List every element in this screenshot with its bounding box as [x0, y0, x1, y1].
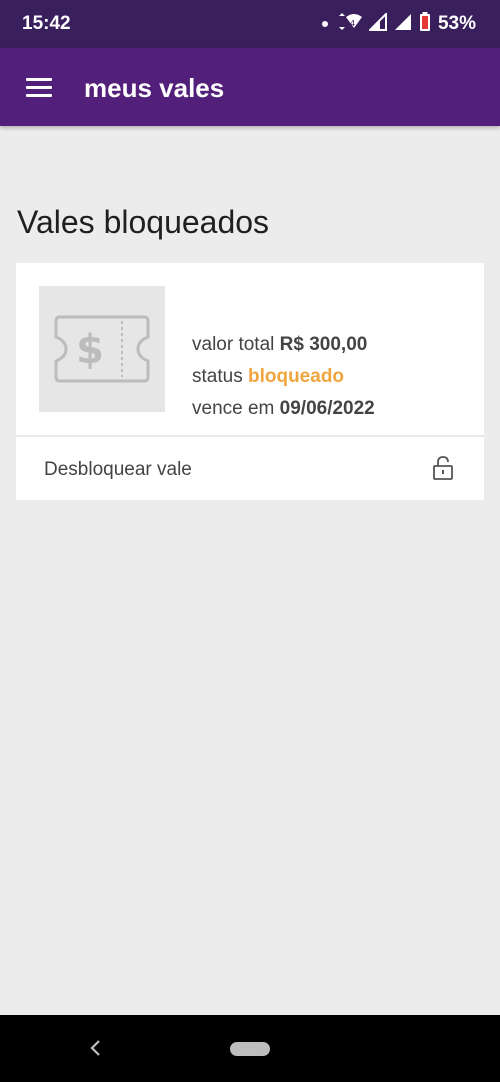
voucher-total-value: R$ 300,00	[279, 334, 368, 355]
notification-dot-icon	[321, 15, 329, 33]
voucher-status-value: bloqueado	[247, 366, 345, 387]
svg-text:$: $	[76, 327, 104, 373]
voucher-card: $ valor total R$ 300,00 status bloqueado…	[16, 263, 484, 500]
battery-percent: 53%	[437, 13, 476, 34]
voucher-expires-row: vence em 09/06/2022	[192, 393, 375, 425]
svg-text:4: 4	[350, 19, 355, 28]
unlock-icon	[432, 455, 454, 486]
voucher-info: valor total R$ 300,00 status bloqueado v…	[192, 329, 375, 425]
unlock-voucher-label: Desbloquear vale	[44, 459, 192, 480]
voucher-expires-value: 09/06/2022	[279, 398, 375, 419]
app-bar: meus vales	[0, 48, 500, 126]
section-title: Vales bloqueados	[17, 204, 270, 240]
voucher-expires-label: vence em	[192, 398, 275, 419]
back-icon[interactable]	[84, 1035, 108, 1066]
status-bar: 15:42 4 53%	[0, 0, 500, 48]
status-icons: 4 53%	[321, 11, 476, 37]
voucher-status-row: status bloqueado	[192, 361, 375, 393]
redacted-voucher-name	[184, 273, 428, 317]
hamburger-menu-icon[interactable]	[26, 78, 52, 98]
signal-icon	[394, 13, 412, 36]
app-title: meus vales	[84, 73, 225, 103]
voucher-total-label: valor total	[192, 334, 275, 355]
signal-icon	[367, 11, 387, 36]
battery-icon	[419, 11, 431, 37]
system-nav-bar	[0, 1015, 500, 1082]
voucher-status-label: status	[192, 366, 243, 387]
home-pill-icon[interactable]	[230, 1042, 270, 1056]
wifi-icon: 4	[336, 12, 362, 37]
status-time: 15:42	[22, 13, 71, 34]
unlock-voucher-button[interactable]: Desbloquear vale	[16, 437, 484, 500]
voucher-total-row: valor total R$ 300,00	[192, 329, 375, 361]
voucher-thumbnail: $	[39, 286, 165, 412]
